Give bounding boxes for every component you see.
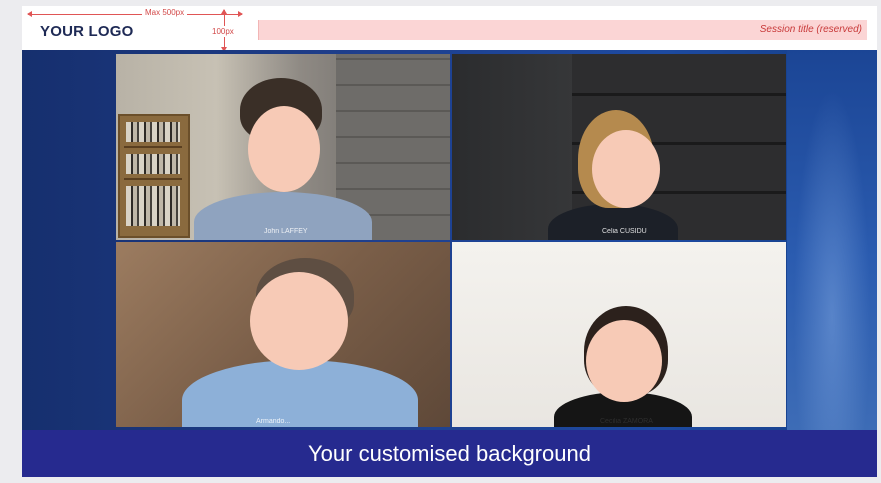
participant-name-tag: John LAFFEY: [264, 228, 308, 235]
blurred-face: [250, 272, 348, 370]
max-width-dimension-line: [27, 11, 243, 17]
video-grid: John LAFFEY Celia CUSIDU Armando... Ceci…: [116, 54, 786, 427]
bookshelf: [118, 114, 190, 238]
video-tile[interactable]: Cecilia ZAMORA: [452, 242, 786, 427]
participant-name-tag: Armando...: [256, 418, 291, 425]
background-caption-banner: Your customised background: [22, 430, 877, 477]
session-title: Session title (reserved): [759, 24, 862, 35]
custom-background: John LAFFEY Celia CUSIDU Armando... Ceci…: [22, 50, 877, 477]
max-width-label: Max 500px: [142, 8, 188, 17]
blurred-face: [592, 130, 660, 208]
height-label: 100px: [210, 26, 236, 37]
participant-name-tag: Cecilia ZAMORA: [600, 418, 653, 425]
session-title-bar: Session title (reserved): [258, 20, 867, 40]
video-tile[interactable]: Celia CUSIDU: [452, 54, 786, 240]
blurred-face: [586, 320, 662, 402]
video-tile[interactable]: John LAFFEY: [116, 54, 450, 240]
slide: Max 500px YOUR LOGO 100px Session title …: [22, 6, 877, 477]
audience-image: [787, 50, 877, 430]
background-caption: Your customised background: [308, 441, 591, 466]
blurred-face: [248, 106, 320, 192]
logo-placeholder: YOUR LOGO: [40, 23, 134, 40]
participant-name-tag: Celia CUSIDU: [602, 228, 647, 235]
video-tile[interactable]: Armando...: [116, 242, 450, 427]
